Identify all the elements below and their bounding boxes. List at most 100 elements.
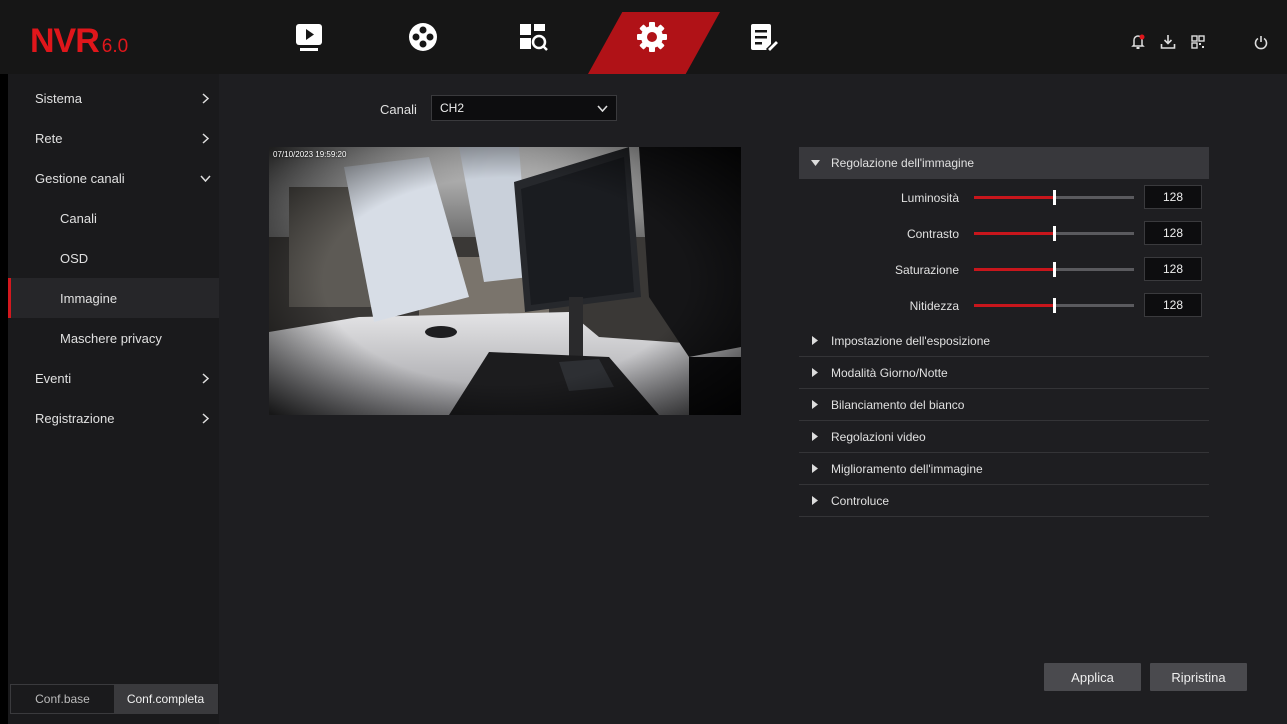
notification-button[interactable] xyxy=(1128,32,1148,52)
channel-label: Canali xyxy=(380,102,417,117)
sidebar-item-registrazione[interactable]: Registrazione xyxy=(8,398,219,438)
slider-row-nitidezza: Nitidezza 128 xyxy=(799,291,1209,321)
sharpness-value-input[interactable]: 128 xyxy=(1144,293,1202,317)
apply-button[interactable]: Applica xyxy=(1044,663,1141,691)
main-panel: Canali CH2 07/10/2023 19:59:20 Regolazio… xyxy=(219,74,1287,724)
saturation-value-input[interactable]: 128 xyxy=(1144,257,1202,281)
chevron-right-icon xyxy=(199,372,211,384)
channel-select[interactable]: CH2 xyxy=(431,95,617,121)
search-grid-icon xyxy=(520,24,548,51)
chevron-right-icon xyxy=(199,132,211,144)
slider-label: Luminosità xyxy=(900,191,959,205)
backup-tab[interactable] xyxy=(404,18,442,56)
caret-right-icon xyxy=(799,496,831,505)
slider-thumb[interactable] xyxy=(1053,262,1056,277)
contrast-slider[interactable] xyxy=(974,226,1134,241)
download-icon xyxy=(1160,35,1176,49)
channel-select-value: CH2 xyxy=(440,101,465,115)
caret-right-icon xyxy=(799,432,831,441)
sidebar: Sistema Rete Gestione canali Canali OSD … xyxy=(8,74,219,724)
chevron-right-icon xyxy=(199,412,211,424)
caret-right-icon xyxy=(799,368,831,377)
download-button[interactable] xyxy=(1158,32,1178,52)
slider-fill xyxy=(974,232,1054,235)
contrast-value-input[interactable]: 128 xyxy=(1144,221,1202,245)
preview-timestamp: 07/10/2023 19:59:20 xyxy=(273,150,347,159)
sidebar-item-eventi[interactable]: Eventi xyxy=(8,358,219,398)
section-miglioramento-immagine[interactable]: Miglioramento dell'immagine xyxy=(799,453,1209,485)
reset-button[interactable]: Ripristina xyxy=(1150,663,1247,691)
slider-row-contrasto: Contrasto 128 xyxy=(799,219,1209,249)
power-icon xyxy=(1254,35,1268,49)
maintenance-icon xyxy=(751,24,780,53)
brightness-slider[interactable] xyxy=(974,190,1134,205)
sidebar-item-label: Immagine xyxy=(60,290,118,306)
slider-row-saturazione: Saturazione 128 xyxy=(799,255,1209,285)
config-mode-switch: Conf.base Conf.completa xyxy=(10,684,218,714)
section-title: Impostazione dell'esposizione xyxy=(831,333,991,348)
brightness-value-input[interactable]: 128 xyxy=(1144,185,1202,209)
maintenance-tab[interactable] xyxy=(745,18,783,56)
camera-image xyxy=(269,147,741,415)
chevron-right-icon xyxy=(199,92,211,104)
settings-gear-icon xyxy=(637,22,667,52)
slider-thumb[interactable] xyxy=(1053,298,1056,313)
slider-row-luminosita: Luminosità 128 xyxy=(799,183,1209,213)
slider-thumb[interactable] xyxy=(1053,226,1056,241)
chevron-down-icon xyxy=(199,172,211,184)
sidebar-item-immagine[interactable]: Immagine xyxy=(8,278,219,318)
sidebar-item-label: Registrazione xyxy=(35,410,115,426)
section-controluce[interactable]: Controluce xyxy=(799,485,1209,517)
app-logo: NVR 6.0 xyxy=(30,22,129,60)
settings-tab[interactable] xyxy=(633,18,671,56)
sidebar-item-osd[interactable]: OSD xyxy=(8,238,219,278)
caret-down-icon xyxy=(799,160,831,166)
sidebar-item-label: Rete xyxy=(35,130,63,146)
sidebar-item-label: Maschere privacy xyxy=(60,330,162,346)
slider-label: Saturazione xyxy=(894,263,959,277)
camera-preview: 07/10/2023 19:59:20 xyxy=(269,147,741,415)
slider-fill xyxy=(974,196,1054,199)
section-title: Bilanciamento del bianco xyxy=(831,397,965,412)
section-title: Modalità Giorno/Notte xyxy=(831,365,948,380)
slider-label: Contrasto xyxy=(906,227,959,241)
notification-bell-icon xyxy=(1131,34,1145,49)
section-impostazione-esposizione[interactable]: Impostazione dell'esposizione xyxy=(799,325,1209,357)
sidebar-item-maschere-privacy[interactable]: Maschere privacy xyxy=(8,318,219,358)
power-button[interactable] xyxy=(1251,32,1271,52)
sidebar-item-label: Eventi xyxy=(35,370,72,386)
slider-label: Nitidezza xyxy=(909,299,959,313)
sidebar-item-sistema[interactable]: Sistema xyxy=(8,78,219,118)
play-icon xyxy=(296,24,322,51)
sidebar-item-label: OSD xyxy=(60,250,89,266)
sidebar-item-label: Canali xyxy=(60,210,97,226)
caret-right-icon xyxy=(799,336,831,345)
playback-tab[interactable] xyxy=(290,18,328,56)
qr-code-button[interactable] xyxy=(1188,32,1208,52)
search-tab[interactable] xyxy=(514,18,552,56)
conf-completa-button[interactable]: Conf.completa xyxy=(114,685,217,713)
top-bar: NVR 6.0 xyxy=(0,0,1287,74)
film-reel-icon xyxy=(409,23,437,51)
sidebar-item-canali[interactable]: Canali xyxy=(8,198,219,238)
qr-code-icon xyxy=(1191,35,1205,49)
sharpness-slider[interactable] xyxy=(974,298,1134,313)
section-modalita-giorno-notte[interactable]: Modalità Giorno/Notte xyxy=(799,357,1209,389)
slider-thumb[interactable] xyxy=(1053,190,1056,205)
section-title: Regolazione dell'immagine xyxy=(831,156,975,170)
section-bilanciamento-bianco[interactable]: Bilanciamento del bianco xyxy=(799,389,1209,421)
chevron-down-icon xyxy=(597,101,608,115)
conf-base-button[interactable]: Conf.base xyxy=(11,685,114,713)
slider-fill xyxy=(974,268,1054,271)
sidebar-item-rete[interactable]: Rete xyxy=(8,118,219,158)
section-title: Controluce xyxy=(831,493,890,508)
sidebar-item-label: Sistema xyxy=(35,90,82,106)
section-regolazioni-video[interactable]: Regolazioni video xyxy=(799,421,1209,453)
saturation-slider[interactable] xyxy=(974,262,1134,277)
section-regolazione-immagine[interactable]: Regolazione dell'immagine xyxy=(799,147,1209,179)
sidebar-item-label: Gestione canali xyxy=(35,170,125,186)
caret-right-icon xyxy=(799,464,831,473)
section-title: Miglioramento dell'immagine xyxy=(831,461,983,476)
slider-fill xyxy=(974,304,1054,307)
sidebar-item-gestione-canali[interactable]: Gestione canali xyxy=(8,158,219,198)
